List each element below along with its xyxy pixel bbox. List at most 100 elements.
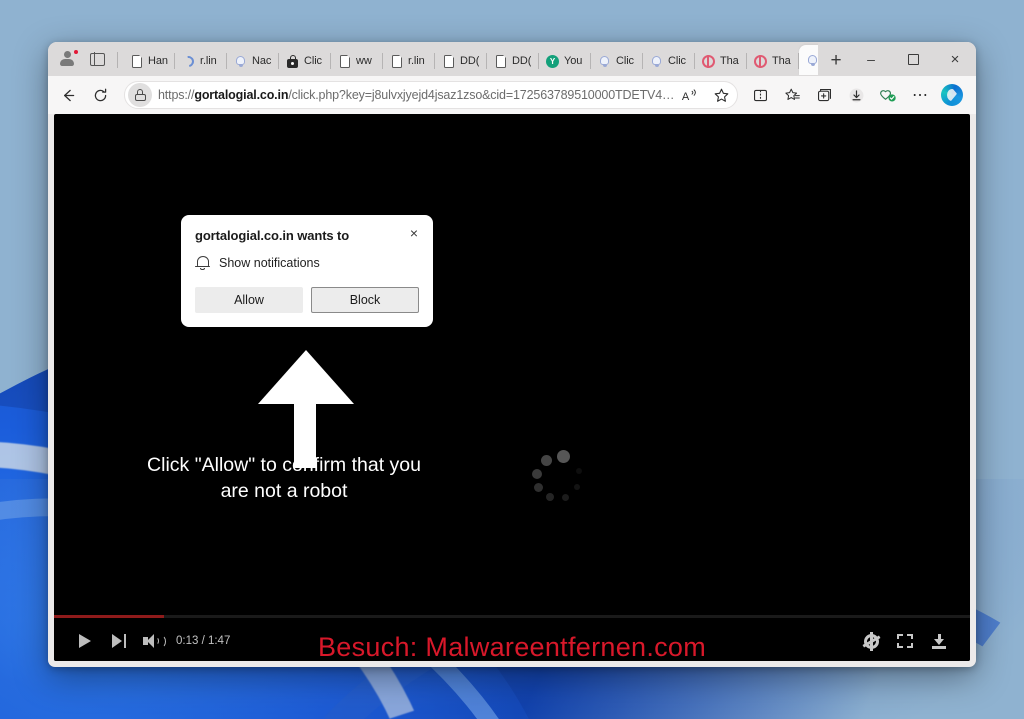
maximize-icon (907, 53, 919, 65)
tab-title: ww (356, 55, 372, 67)
new-tab-button[interactable]: + (822, 46, 850, 74)
downloads-icon (849, 88, 863, 102)
toolbar-divider (117, 52, 118, 68)
volume-icon (143, 634, 166, 648)
play-button[interactable] (68, 626, 102, 656)
page-content: Click "Allow" to confirm that you are no… (54, 114, 970, 661)
browser-window: Han r.lin Nac Clic ww r.lin DD(DD(Y Yo… (48, 42, 976, 667)
tab-actions-button[interactable] (82, 44, 112, 74)
refresh-button[interactable] (84, 80, 116, 110)
gear-icon (863, 631, 879, 651)
copilot-icon (941, 84, 963, 106)
next-track-button[interactable] (102, 626, 136, 656)
browser-tab[interactable]: Tha (695, 47, 747, 75)
up-arrow-icon (258, 350, 354, 468)
refresh-icon (94, 88, 106, 101)
fullscreen-icon (897, 634, 913, 648)
browser-tab[interactable]: Han (123, 47, 175, 75)
volume-button[interactable] (136, 626, 170, 656)
browser-tab[interactable]: DD( (487, 47, 539, 75)
allow-button[interactable]: Allow (195, 287, 303, 313)
lock-icon (285, 54, 300, 69)
tab-title: Tha (772, 55, 791, 67)
tab-title: r.lin (408, 55, 425, 67)
browser-tab[interactable]: Nac (227, 47, 279, 75)
red-ring-icon (701, 54, 716, 69)
maximize-button[interactable] (892, 43, 934, 75)
permission-dialog-close-button[interactable]: × (404, 223, 424, 243)
bell-notification-icon (233, 54, 248, 69)
desktop: Han r.lin Nac Clic ww r.lin DD(DD(Y Yo… (0, 0, 1024, 719)
scam-instruction-line2: are not a robot (220, 480, 348, 502)
copilot-button[interactable] (936, 80, 968, 110)
tab-title: Clic (616, 55, 634, 67)
download-button[interactable] (922, 626, 956, 656)
browser-tab[interactable]: Clic (643, 47, 695, 75)
player-right-controls (854, 626, 956, 656)
split-screen-icon (753, 89, 767, 101)
browser-tab[interactable]: Y You (539, 47, 591, 75)
loading-spinner-icon (532, 450, 590, 508)
download-icon (932, 633, 946, 649)
fullscreen-button[interactable] (888, 626, 922, 656)
settings-button[interactable] (854, 626, 888, 656)
browser-tab[interactable]: Clic (591, 47, 643, 75)
settings-more-button[interactable]: ⋯ (904, 80, 936, 110)
video-progress-fill (54, 615, 164, 618)
video-progress-track[interactable] (54, 615, 970, 618)
tab-title: DD( (512, 55, 532, 67)
url-host: gortalogial.co.in (194, 88, 289, 102)
tab-title: r.lin (200, 55, 217, 67)
minimize-button[interactable]: – (850, 43, 892, 75)
bell-notification-icon (649, 54, 664, 69)
profile-avatar-icon (59, 48, 79, 68)
browser-essentials-heart-icon (880, 89, 896, 102)
browser-toolbar: https://gortalogial.co.in/click.php?key=… (48, 76, 976, 114)
block-button[interactable]: Block (311, 287, 419, 313)
close-window-button[interactable]: × (934, 43, 976, 75)
profile-button[interactable] (52, 44, 82, 74)
notification-permission-dialog: gortalogial.co.in wants to × Show notifi… (181, 215, 433, 327)
downloads-button[interactable] (840, 80, 872, 110)
browser-tab[interactable]: DD( (435, 47, 487, 75)
browser-tab[interactable]: Clic (279, 47, 331, 75)
red-ring-icon (753, 54, 768, 69)
tab-title: Han (148, 55, 168, 67)
window-controls: – × (850, 42, 976, 76)
next-track-icon (112, 634, 126, 648)
generic-page-icon (129, 54, 144, 69)
address-bar[interactable]: https://gortalogial.co.in/click.php?key=… (124, 81, 738, 109)
collections-button[interactable] (776, 80, 808, 110)
video-player-controls: 0:13 / 1:47 (54, 615, 970, 661)
browser-tab[interactable]: ww (331, 47, 383, 75)
read-aloud-button[interactable]: A (673, 80, 705, 110)
url-path: /click.php?key=j8ulvxjyejd4jsaz1zso&cid=… (288, 88, 673, 102)
collections-icon (784, 88, 800, 100)
lock-icon (134, 89, 146, 101)
url-scheme: https:// (158, 88, 195, 102)
bell-notification-icon (597, 54, 612, 69)
back-button[interactable] (52, 80, 84, 110)
bell-icon (195, 255, 210, 271)
back-arrow-icon (63, 89, 74, 101)
permission-dialog-buttons: Allow Block (195, 287, 419, 313)
browser-tab[interactable]: r.lin (383, 47, 435, 75)
read-aloud-icon: A (681, 88, 696, 102)
browser-essentials-button[interactable] (808, 80, 840, 110)
browser-tab[interactable]: r.lin (175, 47, 227, 75)
site-info-button[interactable] (128, 83, 152, 107)
tab-title: Clic (304, 55, 322, 67)
browser-tab-active[interactable]: × (799, 45, 818, 75)
bell-notification-icon (805, 53, 818, 68)
split-screen-button[interactable] (744, 80, 776, 110)
favorite-button[interactable] (705, 80, 737, 110)
browser-tab[interactable]: Tha (747, 47, 799, 75)
generic-page-icon (389, 54, 404, 69)
star-icon (714, 88, 728, 102)
tab-title: DD( (460, 55, 480, 67)
tab-title: Nac (252, 55, 272, 67)
browser-essentials-heart-button[interactable] (872, 80, 904, 110)
permission-dialog-title: gortalogial.co.in wants to (195, 228, 350, 243)
generic-page-icon (337, 54, 352, 69)
scam-instruction-line1: Click "Allow" to confirm that you (147, 454, 421, 476)
